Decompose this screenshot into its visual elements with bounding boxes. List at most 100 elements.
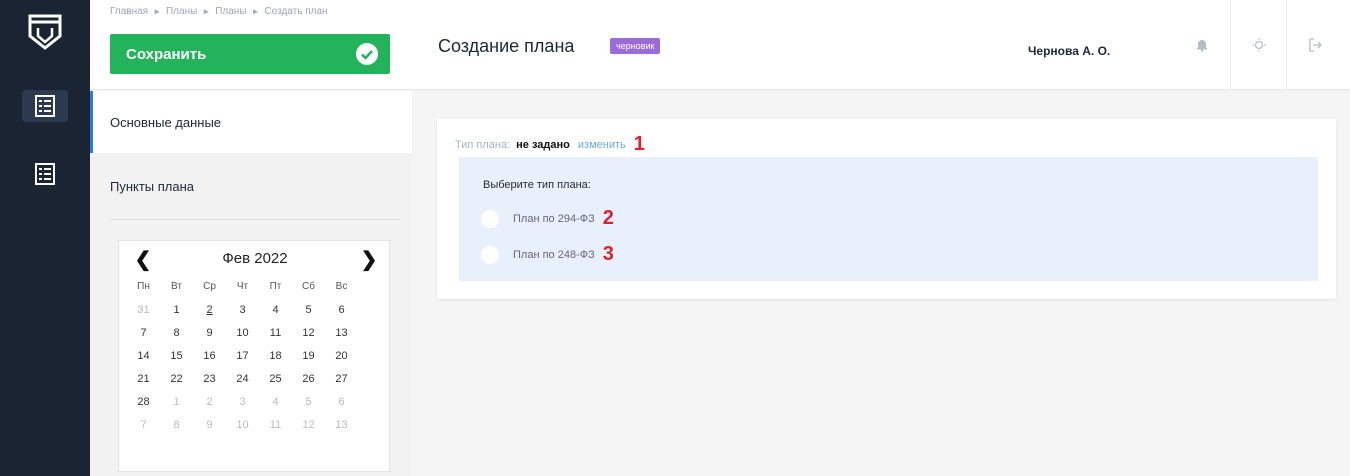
calendar-day-outside[interactable]: 11: [259, 419, 292, 431]
calendar-weekday: Сб: [302, 281, 315, 292]
top-bar: Главная ► Планы ► Планы ► Создать план Сохрани…: [90, 0, 1350, 90]
option-label: План по 248-ФЗ: [513, 248, 595, 261]
breadcrumb-item[interactable]: Планы: [166, 6, 197, 17]
calendar-day[interactable]: 26: [292, 373, 325, 385]
calendar-day[interactable]: 19: [292, 350, 325, 362]
breadcrumb-item[interactable]: Главная: [110, 6, 148, 17]
sun-icon: [1252, 38, 1265, 52]
save-button[interactable]: Сохранить: [110, 34, 390, 74]
calendar-day[interactable]: 1: [160, 304, 193, 316]
calendar-day[interactable]: 21: [127, 373, 160, 385]
calendar-day[interactable]: 9: [193, 327, 226, 339]
radio-button[interactable]: [481, 245, 499, 264]
calendar-day-outside[interactable]: 13: [325, 419, 358, 431]
calendar-day-outside[interactable]: 1: [160, 396, 193, 408]
calendar-day[interactable]: 10: [226, 327, 259, 339]
breadcrumb-item[interactable]: Планы: [215, 6, 246, 17]
calendar-weekday: Пн: [137, 281, 150, 292]
rail-plans-button[interactable]: [22, 90, 68, 122]
breadcrumb-separator-icon: ►: [251, 7, 260, 16]
calendar-day[interactable]: 13: [325, 327, 358, 339]
calendar-day[interactable]: 12: [292, 327, 325, 339]
select-title: Выберите тип плана:: [483, 179, 591, 191]
logo-icon[interactable]: [28, 14, 62, 50]
calendar-day[interactable]: 23: [193, 373, 226, 385]
annotation-marker: 1: [633, 133, 645, 155]
calendar-day[interactable]: 27: [325, 373, 358, 385]
calendar-day[interactable]: 3: [226, 304, 259, 316]
calendar-week-row: 21 22 23 24 25 26 27: [127, 367, 385, 390]
calendar-day[interactable]: 17: [226, 350, 259, 362]
nav-item-plan-points[interactable]: Пункты плана: [90, 153, 412, 219]
calendar-day-outside[interactable]: 8: [160, 419, 193, 431]
logout-icon: [1308, 38, 1322, 52]
theme-toggle-button[interactable]: [1230, 0, 1286, 90]
list-icon: [35, 163, 55, 185]
calendar-day[interactable]: 25: [259, 373, 292, 385]
calendar-weekday: Пт: [269, 281, 282, 292]
plan-type-option-248[interactable]: План по 248-ФЗ 3: [481, 243, 614, 266]
plan-type-card: Тип плана: не задано изменить 1 Выберите…: [437, 119, 1336, 299]
calendar-day[interactable]: 14: [127, 350, 160, 362]
nav-item-label: Основные данные: [110, 114, 222, 130]
chevron-right-icon[interactable]: ❯: [359, 247, 379, 272]
plan-type-row: Тип плана: не задано изменить 1: [455, 133, 645, 156]
bell-icon: [1197, 40, 1207, 52]
calendar-day-outside[interactable]: 10: [226, 419, 259, 431]
calendar-day-outside[interactable]: 4: [259, 396, 292, 408]
calendar-day[interactable]: 22: [160, 373, 193, 385]
calendar-day[interactable]: 16: [193, 350, 226, 362]
calendar-day[interactable]: 24: [226, 373, 259, 385]
save-button-label: Сохранить: [126, 45, 207, 63]
calendar-day[interactable]: 20: [325, 350, 358, 362]
logout-button[interactable]: [1286, 0, 1342, 90]
calendar-day-outside[interactable]: 6: [325, 396, 358, 408]
calendar-day-today[interactable]: 2: [193, 304, 226, 316]
calendar-week-row: 7 8 9 10 11 12 13: [127, 413, 385, 436]
calendar-day[interactable]: 6: [325, 304, 358, 316]
calendar-week-row: 14 15 16 17 18 19 20: [127, 344, 385, 367]
calendar-month-title: Фев 2022: [222, 250, 288, 267]
calendar-day[interactable]: 8: [160, 327, 193, 339]
calendar: ❮ Фев 2022 ❯ Пн Вт Ср Чт Пт Сб Вс 31 1 2 3 4 5 6 7 8 9 10…: [118, 240, 390, 472]
option-label: План по 294-ФЗ: [513, 212, 595, 225]
calendar-day-outside[interactable]: 7: [127, 419, 160, 431]
calendar-day-outside[interactable]: 2: [193, 396, 226, 408]
plan-type-option-294[interactable]: План по 294-ФЗ 2: [481, 207, 614, 230]
calendar-week-row: 7 8 9 10 11 12 13: [127, 321, 385, 344]
calendar-day-outside[interactable]: 5: [292, 396, 325, 408]
calendar-day[interactable]: 7: [127, 327, 160, 339]
calendar-weekday: Ср: [203, 281, 216, 292]
calendar-day[interactable]: 5: [292, 304, 325, 316]
calendar-day-outside[interactable]: 31: [127, 304, 160, 316]
calendar-day[interactable]: 15: [160, 350, 193, 362]
nav-item-label: Пункты плана: [110, 178, 195, 194]
divider: [110, 219, 400, 220]
breadcrumb-separator-icon: ►: [153, 7, 161, 16]
radio-button[interactable]: [481, 209, 499, 228]
calendar-header: ❮ Фев 2022 ❯: [119, 247, 391, 272]
calendar-day[interactable]: 11: [259, 327, 292, 339]
calendar-weekday: Вс: [335, 281, 348, 292]
calendar-day[interactable]: 28: [127, 396, 160, 408]
calendar-day-outside[interactable]: 12: [292, 419, 325, 431]
calendar-weekday: Чт: [236, 281, 249, 292]
breadcrumb-separator-icon: ►: [202, 7, 211, 16]
calendar-day[interactable]: 4: [259, 304, 292, 316]
calendar-week-row: 31 1 2 3 4 5 6: [127, 298, 385, 321]
calendar-weekday-row: Пн Вт Ср Чт Пт Сб Вс: [127, 275, 385, 298]
calendar-day-outside[interactable]: 9: [193, 419, 226, 431]
notifications-button[interactable]: [1174, 0, 1230, 90]
check-icon: [356, 43, 378, 65]
nav-item-main-data[interactable]: Основные данные: [90, 91, 412, 153]
change-plan-type-link[interactable]: изменить: [578, 139, 626, 151]
user-name[interactable]: Чернова А. О.: [1028, 44, 1110, 58]
app-rail: [0, 0, 90, 476]
annotation-marker: 3: [602, 243, 614, 265]
rail-list-button[interactable]: [28, 158, 62, 190]
breadcrumb-current: Создать план: [264, 6, 328, 17]
calendar-day[interactable]: 18: [259, 350, 292, 362]
calendar-grid: Пн Вт Ср Чт Пт Сб Вс 31 1 2 3 4 5 6 7 8 9 10 11 12 13 14 15 16 1…: [127, 275, 385, 436]
calendar-day-outside[interactable]: 3: [226, 396, 259, 408]
page-title: Создание плана: [438, 36, 575, 56]
